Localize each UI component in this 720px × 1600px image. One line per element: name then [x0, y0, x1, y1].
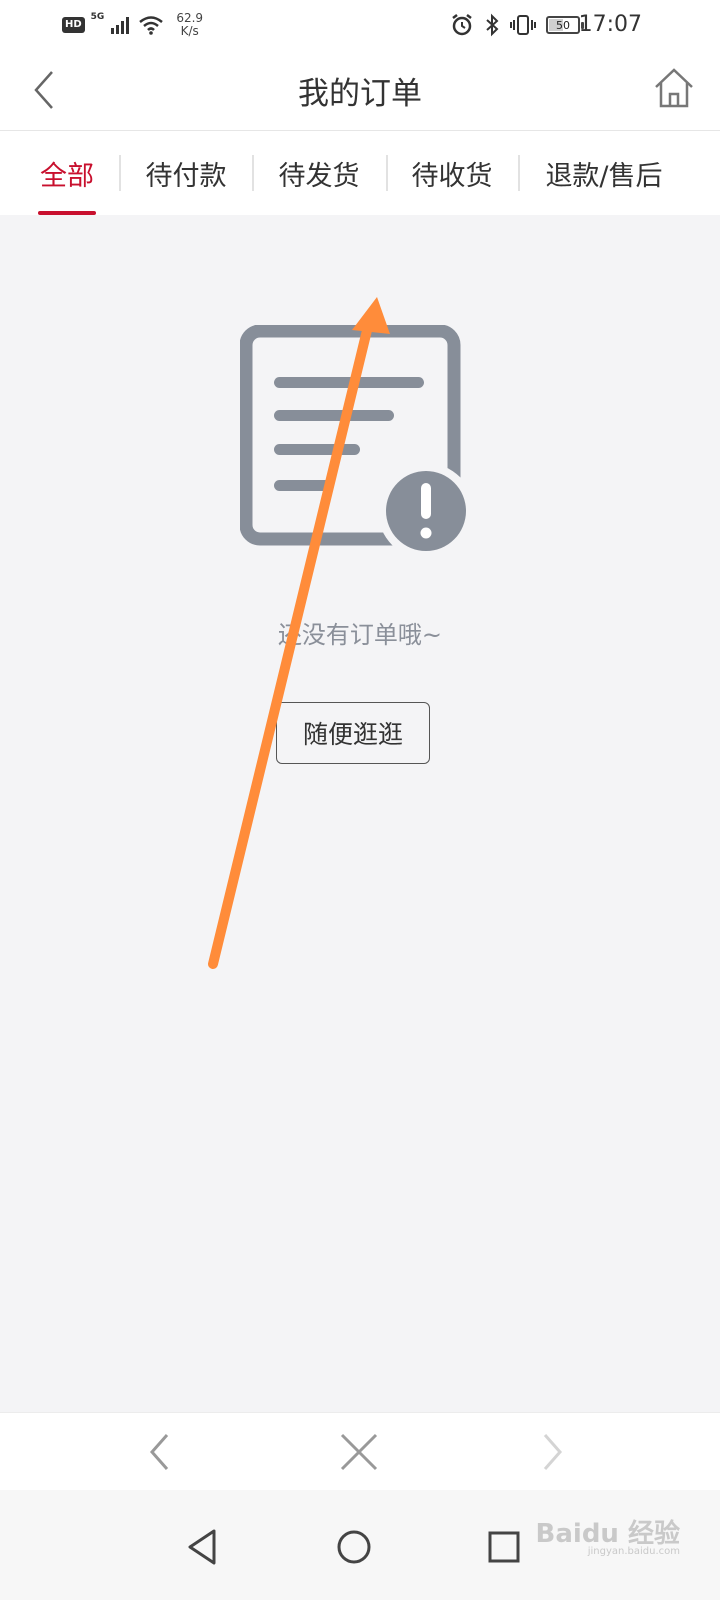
status-time: 17:07 [578, 12, 642, 37]
watermark: Baidu 经验 [535, 1519, 680, 1549]
alarm-icon [452, 14, 472, 36]
network-type: 5G [90, 12, 105, 22]
tab-divider [119, 155, 121, 191]
tab-divider [252, 155, 254, 191]
tab-divider [518, 155, 520, 191]
header: 我的订单 [0, 50, 720, 131]
empty-message: 还没有订单哦~ [277, 621, 443, 649]
annotation-arrow [208, 297, 390, 969]
nav-back-button[interactable] [182, 1525, 226, 1569]
close-icon [340, 1433, 378, 1471]
status-left: HD 5G 62.9 K/s [62, 10, 203, 40]
browser-forward-button[interactable] [526, 1427, 576, 1477]
status-right: 50 [450, 10, 584, 40]
speed-unit: K/s [180, 24, 199, 38]
browser-close-button[interactable] [334, 1427, 384, 1477]
tab-refund-aftersale[interactable]: 退款/售后 [540, 131, 668, 215]
browser-toolbar [0, 1412, 720, 1491]
nav-recents-icon [488, 1531, 520, 1563]
nav-recents-button[interactable] [482, 1525, 526, 1569]
status-bar: HD 5G 62.9 K/s 50 17:07 [0, 0, 720, 50]
tab-all[interactable]: 全部 [38, 131, 96, 215]
tab-pending-payment[interactable]: 待付款 [142, 131, 230, 215]
wifi-icon [139, 16, 164, 35]
home-button[interactable] [652, 66, 696, 110]
nav-back-icon [188, 1529, 216, 1565]
hd-badge: HD [62, 17, 85, 33]
back-icon [149, 1434, 169, 1470]
nav-home-button[interactable] [332, 1525, 376, 1569]
network-speed: 62.9 K/s [176, 12, 203, 38]
tab-pending-shipment[interactable]: 待发货 [275, 131, 363, 215]
nav-home-icon [337, 1530, 371, 1564]
order-tabs: 全部 待付款 待发货 待收货 退款/售后 [0, 131, 720, 215]
bluetooth-icon [486, 13, 499, 37]
battery-level: 50 [556, 18, 570, 32]
signal-icon [111, 17, 130, 34]
home-icon [655, 68, 693, 108]
tab-divider [386, 155, 388, 191]
page-title: 我的订单 [298, 76, 422, 112]
vibrate-icon [510, 15, 536, 35]
tab-pending-receipt[interactable]: 待收货 [408, 131, 496, 215]
browser-back-button[interactable] [136, 1427, 186, 1477]
order-empty-icon [240, 325, 470, 555]
watermark-sub: jingyan.baidu.com [587, 1546, 680, 1557]
battery-icon: 50 [546, 16, 584, 34]
browse-button[interactable]: 随便逛逛 [276, 702, 430, 764]
system-nav-bar: Baidu 经验 jingyan.baidu.com [0, 1490, 720, 1600]
forward-icon [543, 1434, 563, 1470]
